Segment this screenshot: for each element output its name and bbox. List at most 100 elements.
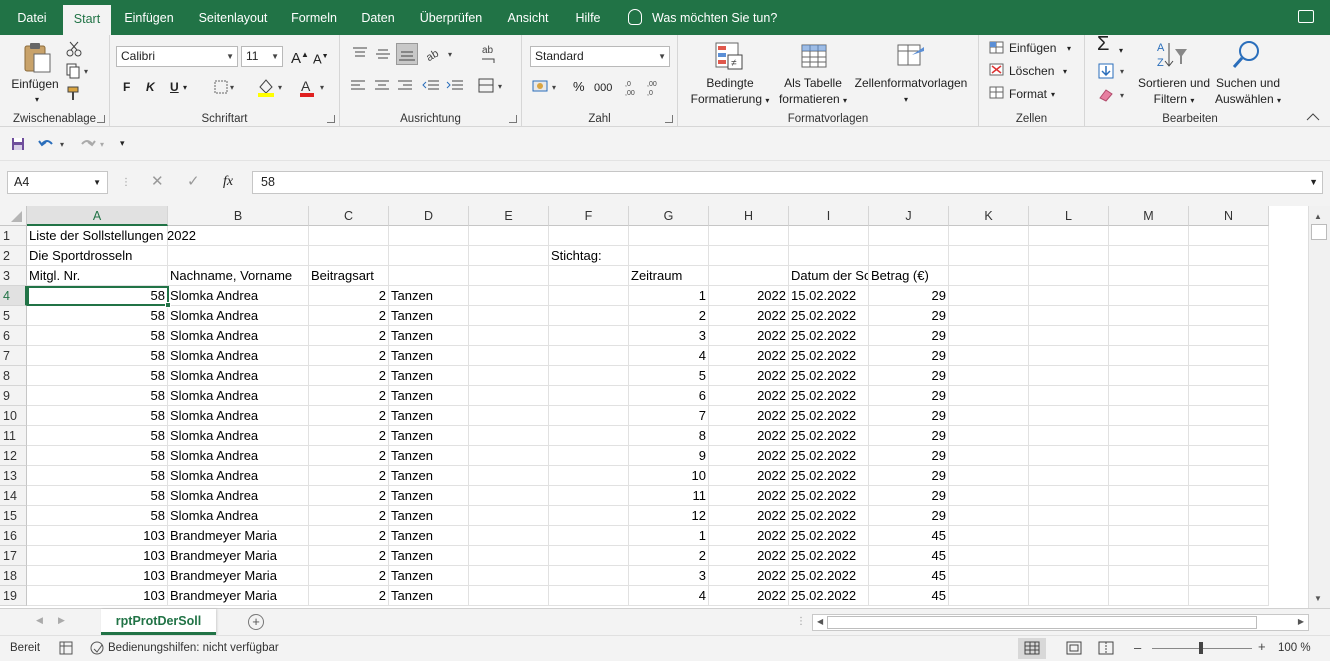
cell-b[interactable]: Brandmeyer Maria: [168, 566, 309, 586]
confirm-formula-icon[interactable]: ✓: [187, 174, 200, 190]
cell-d[interactable]: Tanzen: [389, 386, 469, 406]
tab-hilfe[interactable]: Hilfe: [566, 0, 610, 35]
cell-f[interactable]: [549, 446, 629, 466]
cell-e[interactable]: [469, 266, 549, 286]
cell-m[interactable]: [1109, 266, 1189, 286]
cell-j[interactable]: 29: [869, 386, 949, 406]
find-select-line1[interactable]: Suchen und: [1207, 75, 1289, 91]
cell-h[interactable]: 2022: [709, 506, 789, 526]
cell-f[interactable]: [549, 266, 629, 286]
cell-l[interactable]: [1029, 386, 1109, 406]
cell-m[interactable]: [1109, 546, 1189, 566]
cell-f[interactable]: [549, 566, 629, 586]
cell-g[interactable]: 5: [629, 366, 709, 386]
align-right-icon[interactable]: [397, 79, 413, 93]
cell-a[interactable]: 58: [27, 386, 168, 406]
cell-c[interactable]: 2: [309, 286, 389, 306]
cell-m[interactable]: [1109, 426, 1189, 446]
delete-cells-icon[interactable]: [989, 63, 1005, 77]
cell-c[interactable]: 2: [309, 326, 389, 346]
prev-sheet-icon[interactable]: ◀: [36, 615, 43, 626]
cell-d[interactable]: [389, 226, 469, 246]
cell-f[interactable]: [549, 486, 629, 506]
cell-f[interactable]: [549, 286, 629, 306]
format-as-table-line2[interactable]: formatieren ▾: [774, 91, 852, 109]
cell-j[interactable]: 29: [869, 446, 949, 466]
number-format-combo[interactable]: Standard ▼: [530, 46, 670, 67]
cell-m[interactable]: [1109, 346, 1189, 366]
vertical-scrollbar[interactable]: ▲ ▼: [1308, 206, 1330, 608]
cell-k[interactable]: [949, 546, 1029, 566]
align-center-icon[interactable]: [374, 79, 390, 93]
accessibility-icon[interactable]: [90, 641, 106, 655]
column-header-a[interactable]: A: [27, 206, 168, 226]
cell-i[interactable]: 25.02.2022: [789, 406, 869, 426]
conditional-formatting-line1[interactable]: Bedingte: [686, 75, 774, 91]
cell-l[interactable]: [1029, 226, 1109, 246]
cell-m[interactable]: [1109, 486, 1189, 506]
cell-m[interactable]: [1109, 246, 1189, 266]
cell-h[interactable]: 2022: [709, 326, 789, 346]
cell-g[interactable]: [629, 226, 709, 246]
cell-f[interactable]: [549, 586, 629, 606]
cell-a[interactable]: 58: [27, 306, 168, 326]
cell-styles-icon[interactable]: [896, 41, 926, 71]
cell-b[interactable]: Brandmeyer Maria: [168, 586, 309, 606]
cell-a[interactable]: 58: [27, 466, 168, 486]
cell-b[interactable]: Slomka Andrea: [168, 446, 309, 466]
cell-g[interactable]: 4: [629, 586, 709, 606]
row-header[interactable]: 2: [0, 246, 27, 266]
cut-icon[interactable]: [66, 41, 82, 57]
align-bottom-button[interactable]: [396, 43, 418, 65]
next-sheet-icon[interactable]: ▶: [58, 615, 65, 626]
row-header[interactable]: 12: [0, 446, 27, 466]
scroll-left-icon[interactable]: ◀: [817, 617, 823, 626]
sort-filter-line1[interactable]: Sortieren und: [1131, 75, 1217, 91]
cell-d[interactable]: Tanzen: [389, 506, 469, 526]
cell-l[interactable]: [1029, 446, 1109, 466]
cell-e[interactable]: [469, 246, 549, 266]
align-top-icon[interactable]: [352, 47, 368, 61]
cell-l[interactable]: [1029, 306, 1109, 326]
cell-i[interactable]: 25.02.2022: [789, 526, 869, 546]
shrink-font-icon[interactable]: A▼: [313, 49, 329, 67]
tab-daten[interactable]: Daten: [354, 0, 402, 35]
cell-j[interactable]: 29: [869, 466, 949, 486]
cell-g[interactable]: 2: [629, 306, 709, 326]
copy-icon[interactable]: ▾: [66, 63, 92, 79]
cell-f[interactable]: [549, 226, 629, 246]
cell-m[interactable]: [1109, 406, 1189, 426]
cell-l[interactable]: [1029, 366, 1109, 386]
cell-d[interactable]: [389, 246, 469, 266]
fill-color-icon[interactable]: ▾: [256, 77, 288, 97]
cell-i[interactable]: 25.02.2022: [789, 506, 869, 526]
cell-e[interactable]: [469, 566, 549, 586]
cell-e[interactable]: [469, 446, 549, 466]
cell-j[interactable]: 29: [869, 346, 949, 366]
accessibility-status[interactable]: Bedienungshilfen: nicht verfügbar: [108, 642, 279, 654]
tab-seitenlayout[interactable]: Seitenlayout: [192, 0, 274, 35]
font-size-combo[interactable]: 11 ▼: [241, 46, 283, 67]
cell-k[interactable]: [949, 466, 1029, 486]
cell-b[interactable]: Slomka Andrea: [168, 286, 309, 306]
cell-n[interactable]: [1189, 346, 1269, 366]
merge-center-icon[interactable]: ▾: [478, 78, 510, 94]
chevron-down-icon[interactable]: ▾: [1063, 64, 1067, 80]
cell-n[interactable]: [1189, 366, 1269, 386]
page-break-view-icon[interactable]: [1098, 641, 1114, 655]
cell-a[interactable]: 58: [27, 486, 168, 506]
tab-ansicht[interactable]: Ansicht: [500, 0, 556, 35]
align-left-icon[interactable]: [350, 79, 366, 93]
cell-e[interactable]: [469, 426, 549, 446]
cell-b[interactable]: Slomka Andrea: [168, 426, 309, 446]
redo-icon[interactable]: ▾: [78, 136, 110, 152]
format-painter-icon[interactable]: [66, 85, 82, 101]
cell-n[interactable]: [1189, 526, 1269, 546]
cell-i[interactable]: 25.02.2022: [789, 326, 869, 346]
cell-f[interactable]: [549, 386, 629, 406]
fill-down-icon[interactable]: ▾: [1098, 63, 1134, 81]
cell-a[interactable]: 103: [27, 566, 168, 586]
cell-g[interactable]: 12: [629, 506, 709, 526]
italic-button[interactable]: K: [146, 79, 155, 95]
zoom-out-icon[interactable]: –: [1134, 640, 1141, 655]
